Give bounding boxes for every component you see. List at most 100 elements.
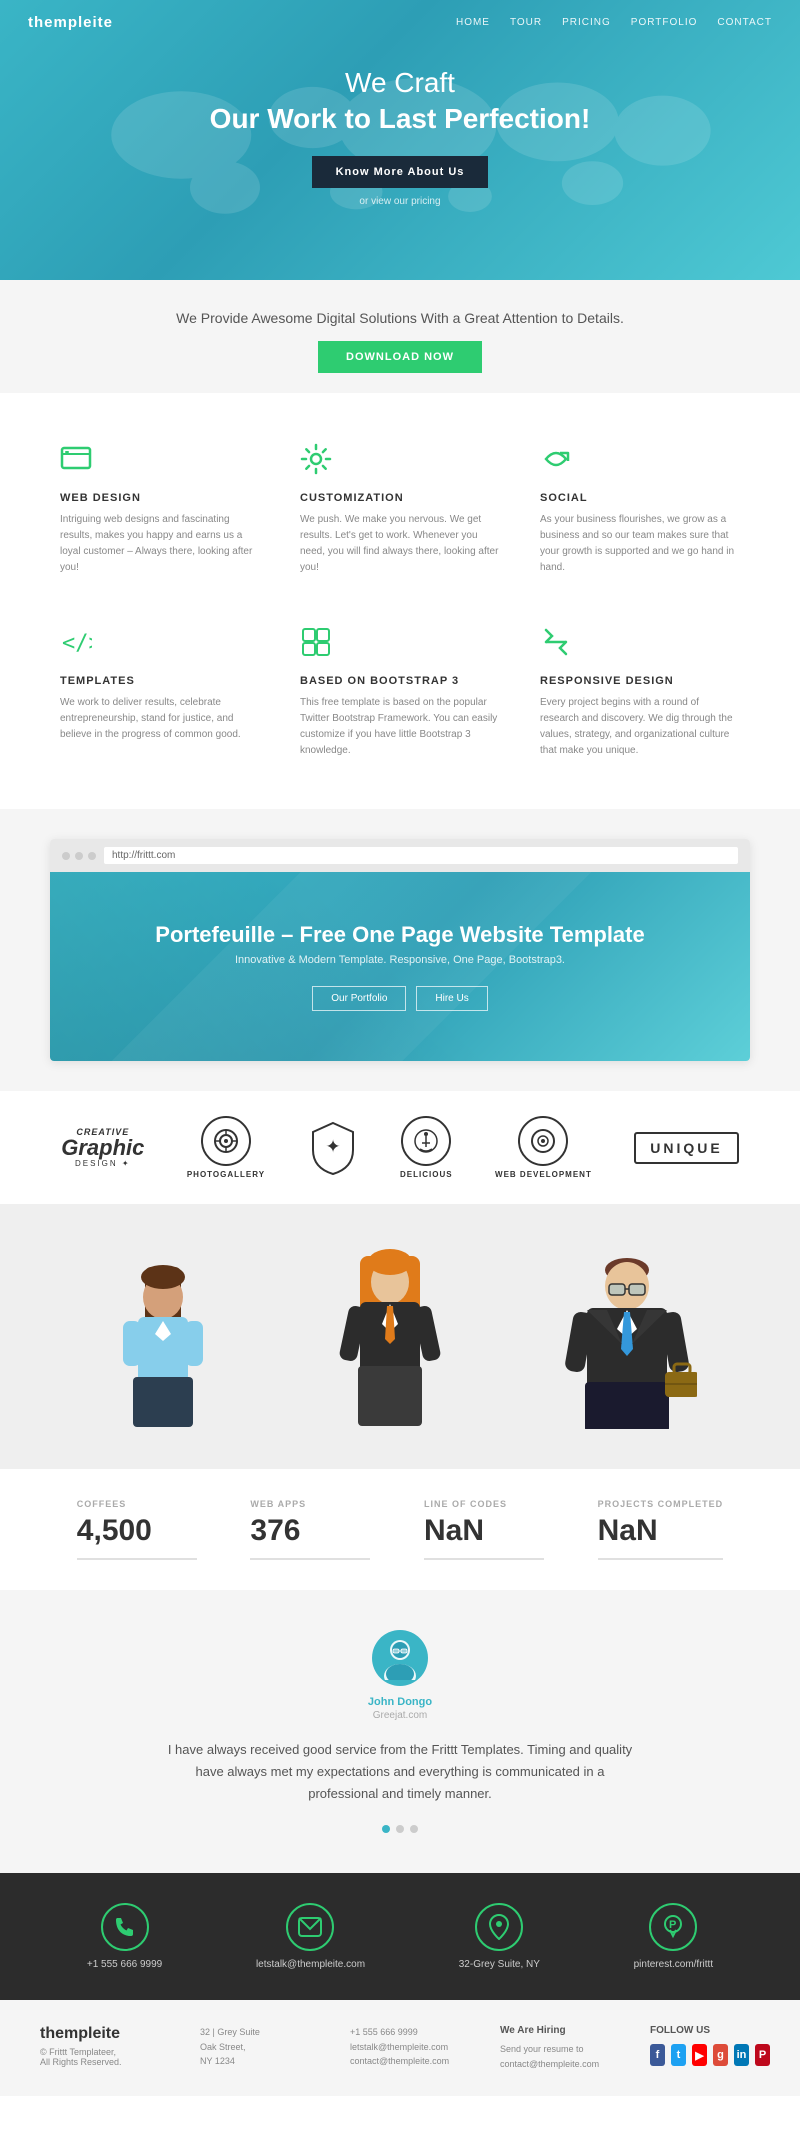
browser-dot-1	[62, 852, 70, 860]
feature-title-customization: CUSTOMIZATION	[300, 492, 500, 504]
portfolio-subtitle: Innovative & Modern Template. Responsive…	[80, 954, 720, 966]
responsive-icon	[540, 626, 740, 665]
social-youtube[interactable]: ▶	[692, 2044, 707, 2066]
testimonial-text: I have always received good service from…	[160, 1739, 640, 1805]
tagline-section: We Provide Awesome Digital Solutions Wit…	[0, 280, 800, 393]
contact-location-label: 32-Grey Suite, NY	[459, 1959, 540, 1970]
footer-follow: FOLLOW US f t ▶ g in P	[650, 2025, 770, 2066]
contact-phone: +1 555 666 9999	[87, 1903, 162, 1970]
hero-headline: We Craft Our Work to Last Perfection!	[210, 65, 591, 138]
portfolio-buttons: Our Portfolio Hire Us	[80, 986, 720, 1011]
team-member-1	[103, 1259, 223, 1429]
stat-value-webapps: 376	[250, 1514, 370, 1548]
phone-icon	[101, 1903, 149, 1951]
footer: thempleite © Frittt Templateer, All Righ…	[0, 2000, 800, 2096]
download-button[interactable]: DOWNLOAD NOW	[318, 341, 482, 373]
nav-home[interactable]: HOME	[456, 17, 490, 28]
contact-email: letstalk@thempleite.com	[256, 1903, 365, 1970]
features-grid: WEB DESIGN Intriguing web designs and fa…	[50, 433, 750, 769]
stat-label-coffees: COFFEES	[77, 1499, 197, 1509]
feature-desc-customization: We push. We make you nervous. We get res…	[300, 512, 500, 576]
testimonial-avatar	[372, 1630, 428, 1686]
browser-frame: http://frittt.com Portefeuille – Free On…	[50, 839, 750, 1061]
contact-social: P pinterest.com/frittt	[634, 1903, 713, 1970]
hero-cta-button[interactable]: Know More About Us	[312, 156, 489, 188]
testimonial-section: John Dongo Greejat.com I have always rec…	[0, 1590, 800, 1873]
stat-projects: PROJECTS COMPLETED NaN	[598, 1499, 724, 1560]
testimonial-name: John Dongo	[100, 1696, 700, 1708]
templates-icon: </>	[60, 626, 260, 665]
stat-value-coffees: 4,500	[77, 1514, 197, 1548]
nav-pricing[interactable]: PRICING	[562, 17, 611, 28]
delicious-label: DELICIOUS	[400, 1170, 453, 1179]
social-googleplus[interactable]: g	[713, 2044, 728, 2066]
contact-email-label: letstalk@thempleite.com	[256, 1959, 365, 1970]
footer-social-links: f t ▶ g in P	[650, 2044, 770, 2066]
team-member-2	[330, 1244, 450, 1429]
features-section: WEB DESIGN Intriguing web designs and fa…	[0, 393, 800, 809]
footer-copyright: © Frittt Templateer, All Rights Reserved…	[40, 2047, 170, 2067]
stat-value-loc: NaN	[424, 1514, 544, 1548]
stat-loc: LINE OF CODES NaN	[424, 1499, 544, 1560]
pinterest-icon: P	[649, 1903, 697, 1951]
feature-title-web-design: WEB DESIGN	[60, 492, 260, 504]
avatar-woman1	[103, 1259, 223, 1429]
navigation: thempleite HOME TOUR PRICING PORTFOLIO C…	[0, 0, 800, 45]
testimonial-site: Greejat.com	[100, 1710, 700, 1721]
webdev-label: WEB DEVELOPMENT	[495, 1170, 592, 1179]
footer-phone-text: +1 555 666 9999letstalk@thempleite.comco…	[350, 2025, 470, 2068]
brand-creative: CREATIVE Graphic DESIGN ✦	[61, 1127, 144, 1168]
social-twitter[interactable]: t	[671, 2044, 686, 2066]
browser-bar: http://frittt.com	[50, 839, 750, 872]
feature-bootstrap: BASED ON BOOTSTRAP 3 This free template …	[290, 616, 510, 769]
nav-contact[interactable]: CONTACT	[717, 17, 772, 28]
svg-text:</>: </>	[62, 631, 92, 656]
feature-desc-bootstrap: This free template is based on the popul…	[300, 695, 500, 759]
nav-tour[interactable]: TOUR	[510, 17, 542, 28]
browser-dots	[62, 852, 96, 860]
social-icon	[540, 443, 740, 482]
portfolio-btn[interactable]: Our Portfolio	[312, 986, 406, 1011]
testimonial-dot-1[interactable]	[382, 1825, 390, 1833]
brand-shield: ✦	[308, 1120, 358, 1175]
email-icon	[286, 1903, 334, 1951]
feature-customization: CUSTOMIZATION We push. We make you nervo…	[290, 433, 510, 586]
photogallery-label: PHOTOGALLERY	[187, 1170, 265, 1179]
svg-text:P: P	[669, 1919, 676, 1931]
footer-brand: thempleite © Frittt Templateer, All Righ…	[40, 2025, 170, 2067]
testimonial-dot-2[interactable]	[396, 1825, 404, 1833]
portfolio-title: Portefeuille – Free One Page Website Tem…	[80, 922, 720, 948]
footer-hiring: We Are Hiring Send your resume tocontact…	[500, 2025, 620, 2071]
brands-section: CREATIVE Graphic DESIGN ✦ PHOTOGALLERY ✦…	[0, 1091, 800, 1204]
nav-links: HOME TOUR PRICING PORTFOLIO CONTACT	[456, 17, 772, 28]
feature-title-social: SOCIAL	[540, 492, 740, 504]
social-linkedin[interactable]: in	[734, 2044, 749, 2066]
social-facebook[interactable]: f	[650, 2044, 665, 2066]
delicious-icon	[401, 1116, 451, 1166]
stat-coffees: COFFEES 4,500	[77, 1499, 197, 1560]
contact-strip: +1 555 666 9999 letstalk@thempleite.com …	[0, 1873, 800, 2000]
nav-portfolio[interactable]: PORTFOLIO	[631, 17, 698, 28]
stats-section: COFFEES 4,500 WEB APPS 376 LINE OF CODES…	[0, 1469, 800, 1590]
footer-hiring-title: We Are Hiring	[500, 2025, 620, 2036]
hire-us-btn[interactable]: Hire Us	[416, 986, 487, 1011]
testimonial-dot-3[interactable]	[410, 1825, 418, 1833]
footer-hiring-text: Send your resume tocontact@thempleite.co…	[500, 2042, 620, 2071]
avatar-woman2	[330, 1244, 450, 1429]
photogallery-icon	[201, 1116, 251, 1166]
footer-logo: thempleite	[40, 2025, 170, 2043]
browser-dot-3	[88, 852, 96, 860]
feature-title-responsive: RESPONSIVE DESIGN	[540, 675, 740, 687]
portfolio-section: http://frittt.com Portefeuille – Free On…	[0, 809, 800, 1091]
stat-label-projects: PROJECTS COMPLETED	[598, 1499, 724, 1509]
feature-desc-responsive: Every project begins with a round of res…	[540, 695, 740, 759]
stat-label-webapps: WEB APPS	[250, 1499, 370, 1509]
social-pinterest[interactable]: P	[755, 2044, 770, 2066]
webdev-icon	[518, 1116, 568, 1166]
footer-address: 32 | Grey SuiteOak Street,NY 1234	[200, 2025, 320, 2068]
hero-pricing-link[interactable]: or view our pricing	[210, 196, 591, 207]
contact-location: 32-Grey Suite, NY	[459, 1903, 540, 1970]
tagline-text: We Provide Awesome Digital Solutions Wit…	[40, 310, 760, 326]
feature-desc-social: As your business flourishes, we grow as …	[540, 512, 740, 576]
feature-social: SOCIAL As your business flourishes, we g…	[530, 433, 750, 586]
